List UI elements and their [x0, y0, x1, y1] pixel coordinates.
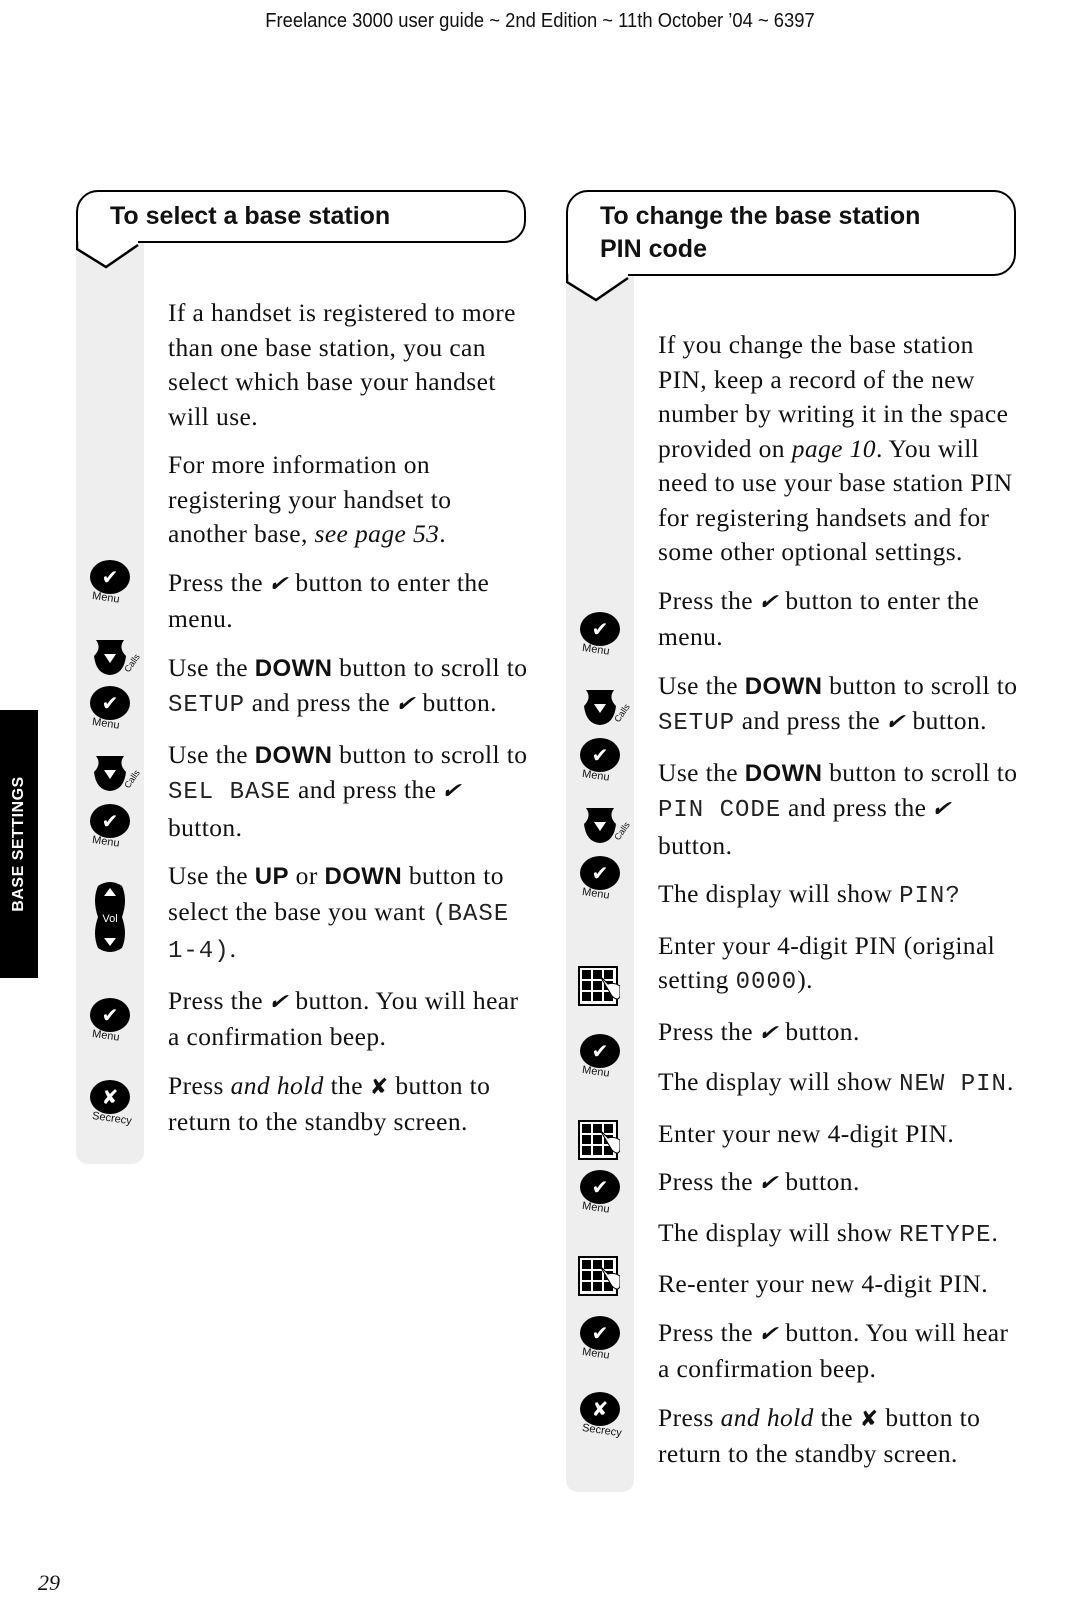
keypad-icon — [578, 1256, 626, 1301]
instructions: If a handset is registered to more than … — [168, 296, 528, 1154]
down-button-icon: Calls — [578, 690, 632, 731]
step: The display will show NEW PIN. — [658, 1067, 1014, 1098]
instructions: If you change the base station PIN, keep… — [658, 328, 1018, 1486]
display-text: PIN? — [899, 883, 961, 910]
step: Use the DOWN button to scroll to SETUP a… — [658, 669, 1018, 742]
menu-button-icon: ✔ Menu — [88, 804, 136, 850]
menu-button-icon: ✔ Menu — [88, 560, 136, 606]
menu-button-icon: ✔ Menu — [88, 686, 136, 732]
step: Press and hold the ✘ button to return to… — [168, 1070, 491, 1137]
display-text: PIN CODE — [658, 797, 782, 824]
menu-button-icon: ✔ Menu — [578, 1170, 626, 1216]
step: Press the ✔ button to enter the menu. — [658, 585, 980, 652]
step: Press the ✔ button. — [658, 1165, 1018, 1202]
step: Re-enter your new 4-digit PIN. — [658, 1269, 988, 1298]
side-tab-label: BASE SETTINGS — [10, 776, 27, 912]
up-down-vol-button-icon: Vol — [88, 882, 136, 957]
page-reference-link[interactable]: see page 53 — [315, 519, 440, 548]
display-text: RETYPE — [899, 1221, 992, 1249]
menu-button-icon: ✔ Menu — [578, 856, 626, 902]
menu-button-icon: ✔ Menu — [578, 1034, 626, 1080]
down-button-icon: Calls — [88, 640, 142, 681]
svg-text:Vol: Vol — [102, 913, 117, 925]
step: The display will show RETYPE. — [658, 1217, 999, 1249]
page-header: Freelance 3000 user guide ~ 2nd Edition … — [265, 10, 815, 32]
section-title: To select a base station — [76, 190, 526, 243]
intro-paragraph: If a handset is registered to more than … — [168, 298, 516, 431]
step: Use the DOWN button to scroll to SETUP a… — [168, 651, 528, 724]
keypad-icon — [578, 1120, 626, 1165]
page-number: 29 — [38, 1570, 60, 1595]
step: Press the ✔ button to enter the menu. — [168, 567, 490, 634]
step: Press and hold the ✘ button to return to… — [658, 1402, 981, 1469]
cross-icon: ✘ — [859, 1406, 879, 1432]
select-base-station-section: To select a base station ✔ Menu Calls ✔ Me… — [76, 190, 527, 1164]
step: Press the ✔ button. — [658, 1015, 1018, 1052]
display-text: SEL BASE — [168, 779, 292, 806]
display-text: NEW PIN — [899, 1071, 1007, 1098]
step: Enter your 4-digit PIN (original setting… — [658, 930, 996, 997]
display-text: 0000 — [735, 969, 798, 996]
change-pin-section: To change the base station PIN code ✔ Menu… — [566, 190, 1017, 1492]
intro-paragraph: If you change the base station PIN, keep… — [658, 330, 1013, 566]
menu-button-icon: ✔ Menu — [88, 998, 136, 1044]
title-callout-notch — [566, 274, 629, 302]
down-button-icon: Calls — [578, 808, 632, 849]
step: Enter your new 4-digit PIN. — [658, 1118, 955, 1148]
section-title-text: To select a base station — [110, 202, 391, 230]
section-title: To change the base station PIN code — [566, 190, 1016, 276]
intro-paragraph: For more information on registering your… — [168, 450, 452, 548]
secrecy-button-icon: ✘ Secrecy — [578, 1392, 626, 1439]
keypad-icon — [578, 966, 626, 1011]
title-callout-notch — [76, 241, 139, 269]
down-button-icon: Calls — [88, 756, 142, 797]
step: Press the ✔ button. You will hear a conf… — [168, 985, 519, 1052]
cross-icon: ✘ — [369, 1074, 389, 1100]
display-text: SETUP — [658, 710, 736, 737]
step: Use the UP or DOWN button to select the … — [168, 861, 510, 965]
menu-button-icon: ✔ Menu — [578, 1316, 626, 1362]
display-text: SETUP — [168, 692, 246, 719]
step: The display will show PIN? — [658, 879, 961, 910]
step: Use the DOWN button to scroll to PIN COD… — [658, 757, 1018, 860]
step: Press the ✔ button. You will hear a conf… — [658, 1317, 1009, 1384]
menu-button-icon: ✔ Menu — [578, 738, 626, 784]
step: Use the DOWN button to scroll to SEL BAS… — [168, 739, 528, 842]
secrecy-button-icon: ✘ Secrecy — [88, 1080, 136, 1127]
menu-button-icon: ✔ Menu — [578, 612, 626, 658]
page-reference-link[interactable]: page 10 — [792, 434, 876, 463]
section-side-tab: BASE SETTINGS — [0, 710, 38, 978]
